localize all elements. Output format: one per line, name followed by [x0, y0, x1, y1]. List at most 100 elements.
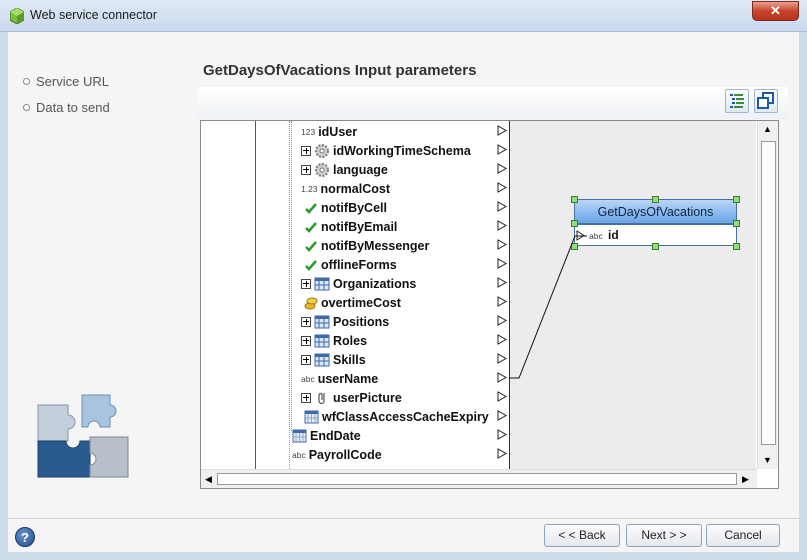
- tree-row-payroll-code[interactable]: abc PayrollCode: [292, 445, 382, 464]
- tree-row-roles[interactable]: Roles: [301, 331, 367, 350]
- tree-row-normal-cost[interactable]: 1.23 normalCost: [301, 179, 390, 198]
- back-button[interactable]: < < Back: [544, 524, 620, 547]
- coins-icon: [304, 297, 318, 309]
- tree-row-label: notifByEmail: [321, 219, 398, 234]
- cancel-button[interactable]: Cancel: [706, 524, 780, 547]
- decimal-type-icon: 1.23: [301, 183, 318, 194]
- tree-view-button[interactable]: [725, 89, 749, 113]
- resize-handle[interactable]: [652, 243, 659, 250]
- tree-row-offline-forms[interactable]: offlineForms: [304, 255, 397, 274]
- connector-arrow-icon: [497, 125, 508, 136]
- tree-row-label: notifByCell: [321, 200, 387, 215]
- tree-list-icon: [730, 94, 744, 108]
- expand-icon[interactable]: [301, 278, 311, 289]
- number-type-icon: 123: [301, 126, 316, 137]
- tree-row-organizations[interactable]: Organizations: [301, 274, 416, 293]
- page-title: GetDaysOfVacations Input parameters: [203, 62, 477, 79]
- tree-row-positions[interactable]: Positions: [301, 312, 389, 331]
- tree-row-language[interactable]: language: [301, 160, 388, 179]
- resize-handle[interactable]: [571, 220, 578, 227]
- scroll-thumb[interactable]: [761, 141, 776, 445]
- tree-row-skills[interactable]: Skills: [301, 350, 366, 369]
- close-button[interactable]: ✕: [752, 1, 799, 21]
- tree-guide-dotted: [289, 121, 290, 469]
- gear-icon: [315, 162, 329, 177]
- resize-handle[interactable]: [733, 220, 740, 227]
- window-frame-left: [0, 32, 8, 560]
- expand-icon[interactable]: [301, 354, 311, 365]
- tree-row-id-working-time-schema[interactable]: idWorkingTimeSchema: [301, 141, 471, 160]
- nav-item-data-to-send[interactable]: Data to send: [23, 100, 110, 115]
- connector-arrow-icon: [497, 372, 508, 383]
- bullet-icon: [23, 104, 30, 111]
- expand-icon[interactable]: [301, 164, 311, 175]
- mapping-canvas[interactable]: GetDaysOfVacations abc id: [510, 121, 756, 469]
- footer-divider: [8, 518, 799, 519]
- tree-row-user-name[interactable]: abc userName: [301, 369, 378, 388]
- connector-arrow-icon: [497, 296, 508, 307]
- parameter-tree: 123 idUser idWorkingTimeSchema language …: [201, 121, 509, 469]
- scroll-down-icon[interactable]: ▼: [763, 455, 772, 465]
- connector-arrow-icon: [497, 239, 508, 250]
- tree-row-end-date[interactable]: EndDate: [292, 426, 361, 445]
- tree-row-id-user[interactable]: 123 idUser: [301, 122, 357, 141]
- text-type-icon: abc: [589, 231, 603, 241]
- tree-row-notif-by-messenger[interactable]: notifByMessenger: [304, 236, 429, 255]
- scroll-thumb[interactable]: [217, 473, 737, 485]
- nav-item-service-url[interactable]: Service URL: [23, 74, 109, 89]
- toolbar-band: [198, 87, 788, 119]
- output-connector-arrows: [497, 125, 508, 459]
- resize-handle[interactable]: [571, 196, 578, 203]
- tree-row-notif-by-cell[interactable]: notifByCell: [304, 198, 387, 217]
- table-icon: [314, 334, 330, 347]
- resize-handle[interactable]: [733, 196, 740, 203]
- tree-row-wf-class-access-cache-expiry[interactable]: wfClassAccessCacheExpiry: [304, 407, 489, 426]
- resize-handle[interactable]: [652, 196, 659, 203]
- resize-handle[interactable]: [733, 243, 740, 250]
- checkmark-icon: [305, 259, 317, 271]
- tree-row-label: Skills: [333, 352, 366, 367]
- help-button[interactable]: ?: [15, 527, 35, 547]
- scroll-up-icon[interactable]: ▲: [763, 124, 772, 134]
- connector-arrow-icon: [497, 448, 508, 459]
- nav-item-label: Data to send: [36, 100, 110, 115]
- expand-icon[interactable]: [301, 316, 311, 327]
- vertical-scrollbar[interactable]: ▲ ▼: [757, 121, 778, 469]
- window-frame-right: [799, 32, 807, 560]
- connector-arrow-icon: [497, 391, 508, 402]
- table-icon: [314, 315, 330, 328]
- tree-row-label: normalCost: [320, 181, 390, 196]
- tree-row-label: Organizations: [333, 276, 417, 291]
- window-title: Web service connector: [30, 8, 157, 22]
- mapping-editor: 123 idUser idWorkingTimeSchema language …: [200, 120, 779, 489]
- tree-row-label: idWorkingTimeSchema: [333, 143, 471, 158]
- tree-row-label: userPicture: [333, 390, 402, 405]
- scroll-right-icon[interactable]: ▶: [742, 474, 749, 485]
- expand-icon[interactable]: [301, 392, 311, 403]
- tree-row-overtime-cost[interactable]: overtimeCost: [304, 293, 401, 312]
- expand-icon[interactable]: [301, 145, 311, 156]
- checkmark-icon: [305, 202, 317, 214]
- tree-row-label: language: [333, 162, 388, 177]
- copy-mapping-button[interactable]: [754, 89, 778, 113]
- next-button[interactable]: Next > >: [626, 524, 702, 547]
- scroll-left-icon[interactable]: ◀: [205, 474, 212, 485]
- node-field-label: id: [608, 228, 619, 242]
- resize-handle[interactable]: [571, 243, 578, 250]
- connector-arrow-icon: [497, 163, 508, 174]
- window-frame-bottom: [0, 552, 807, 560]
- connector-arrow-icon: [497, 201, 508, 212]
- expand-icon[interactable]: [301, 335, 311, 346]
- tree-row-user-picture[interactable]: userPicture: [301, 388, 402, 407]
- tree-row-label: idUser: [318, 124, 358, 139]
- horizontal-scrollbar[interactable]: ◀ ▶: [201, 469, 757, 488]
- tree-row-label: PayrollCode: [308, 447, 382, 462]
- tree-row-label: offlineForms: [321, 257, 397, 272]
- tree-row-notif-by-email[interactable]: notifByEmail: [304, 217, 397, 236]
- dialog-client-area: Service URL Data to send GetDaysOfVacati…: [8, 32, 799, 552]
- tree-guide-line: [255, 121, 256, 469]
- connector-arrow-icon: [497, 334, 508, 345]
- connector-arrow-icon: [497, 182, 508, 193]
- app-cube-icon: [10, 8, 24, 24]
- paperclip-icon: [318, 392, 325, 404]
